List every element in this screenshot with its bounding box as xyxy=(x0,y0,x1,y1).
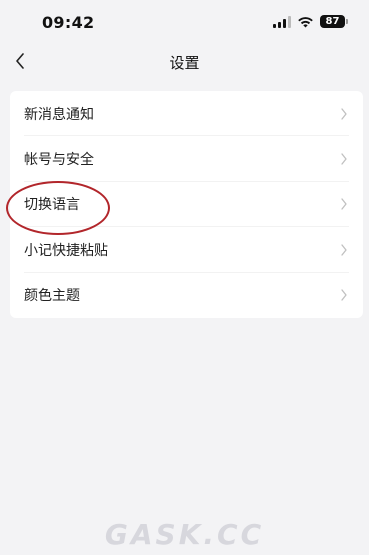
chevron-right-icon xyxy=(341,198,347,211)
settings-item-label: 新消息通知 xyxy=(24,106,94,123)
chevron-right-icon xyxy=(341,108,347,120)
settings-item-color-theme[interactable]: 颜色主题 xyxy=(10,273,363,318)
settings-item-notifications[interactable]: 新消息通知 xyxy=(10,91,363,137)
signal-icon xyxy=(273,15,291,28)
settings-item-language[interactable]: 切换语言 xyxy=(10,182,363,228)
battery-icon: 87 xyxy=(320,15,348,28)
status-time: 09:42 xyxy=(42,13,95,32)
page-title: 设置 xyxy=(169,54,200,72)
status-bar: 09:42 87 xyxy=(0,0,369,44)
chevron-right-icon xyxy=(341,289,347,301)
settings-item-label: 帐号与安全 xyxy=(24,152,94,169)
wifi-icon xyxy=(298,16,313,27)
settings-item-label: 颜色主题 xyxy=(24,288,80,305)
settings-list: 新消息通知 帐号与安全 切换语言 小记快捷粘贴 颜色主题 xyxy=(10,91,363,318)
status-icons: 87 xyxy=(273,15,348,28)
chevron-right-icon xyxy=(341,153,347,165)
nav-bar: 设置 xyxy=(0,44,369,80)
settings-item-account-security[interactable]: 帐号与安全 xyxy=(10,136,363,182)
chevron-right-icon xyxy=(341,244,347,256)
settings-item-quick-paste[interactable]: 小记快捷粘贴 xyxy=(10,227,363,273)
settings-item-label: 小记快捷粘贴 xyxy=(24,242,108,259)
settings-item-label: 切换语言 xyxy=(24,197,80,214)
watermark: GASK.CC xyxy=(104,518,265,551)
